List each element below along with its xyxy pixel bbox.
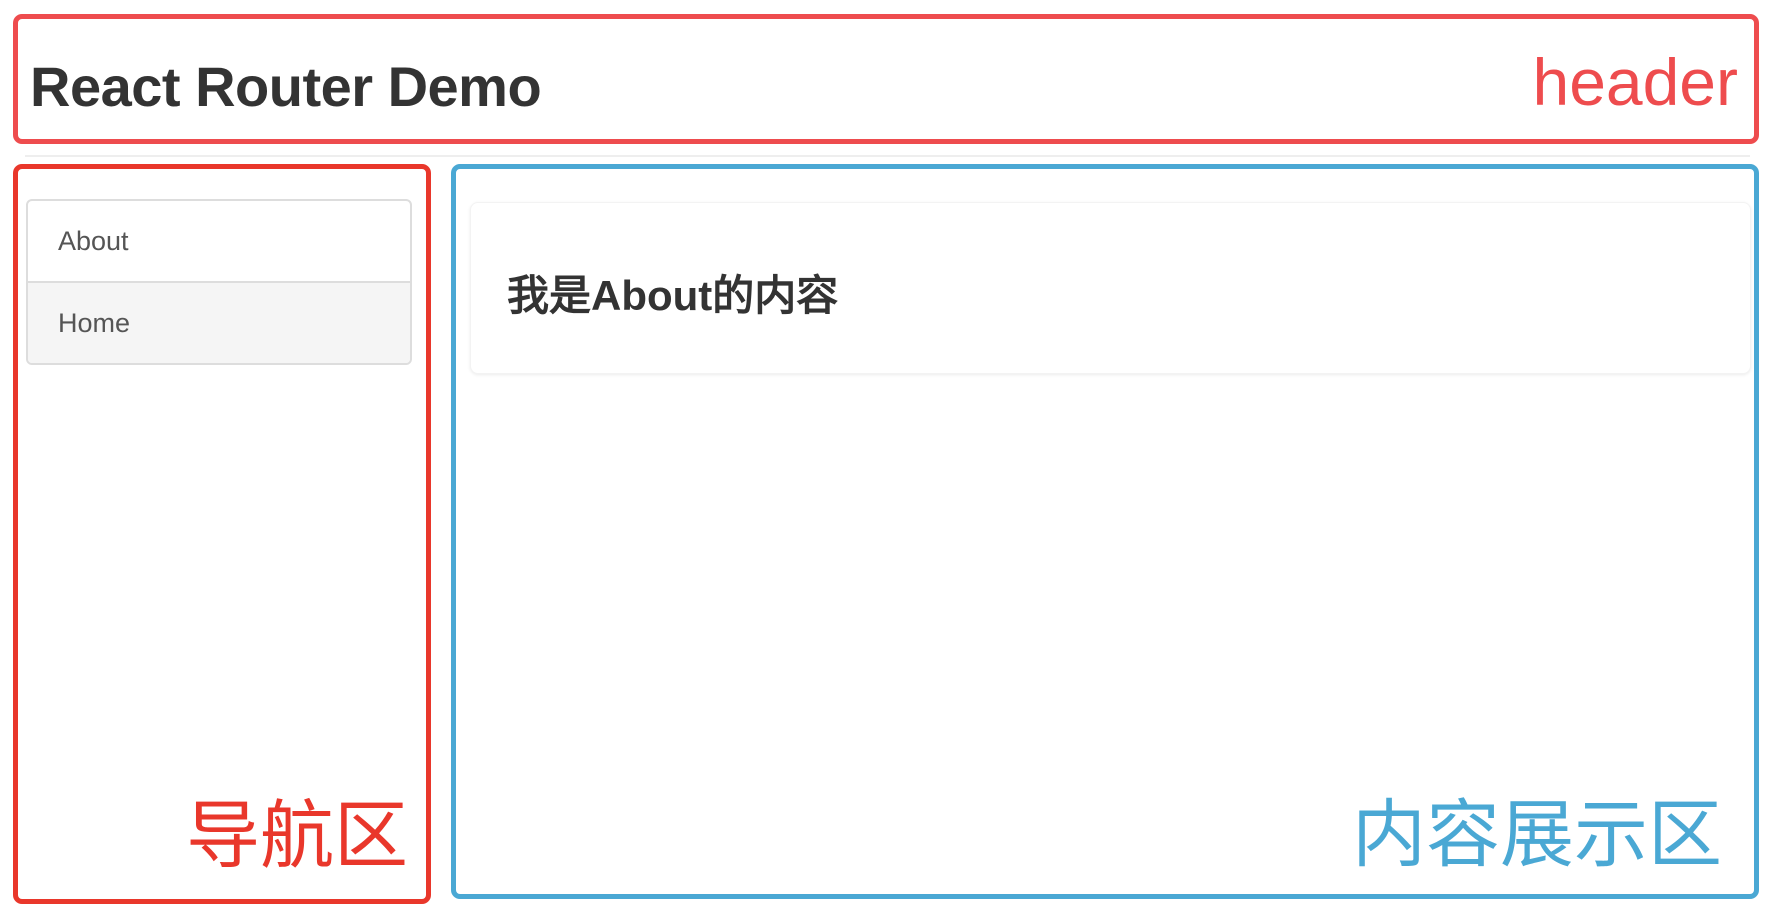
nav-list: About Home — [26, 199, 412, 365]
content-heading: 我是About的内容 — [507, 272, 839, 319]
header-divider — [25, 155, 1750, 157]
content-annotation-label: 内容展示区 — [1352, 793, 1722, 876]
nav-item-about[interactable]: About — [28, 201, 410, 281]
nav-item-home[interactable]: Home — [28, 281, 410, 363]
header-annotation-label: header — [1532, 45, 1738, 119]
nav-annotation-label: 导航区 — [186, 794, 408, 877]
content-panel: 我是About的内容 — [470, 202, 1751, 374]
header-region: React Router Demo header — [13, 14, 1759, 144]
page-title: React Router Demo — [30, 55, 542, 118]
